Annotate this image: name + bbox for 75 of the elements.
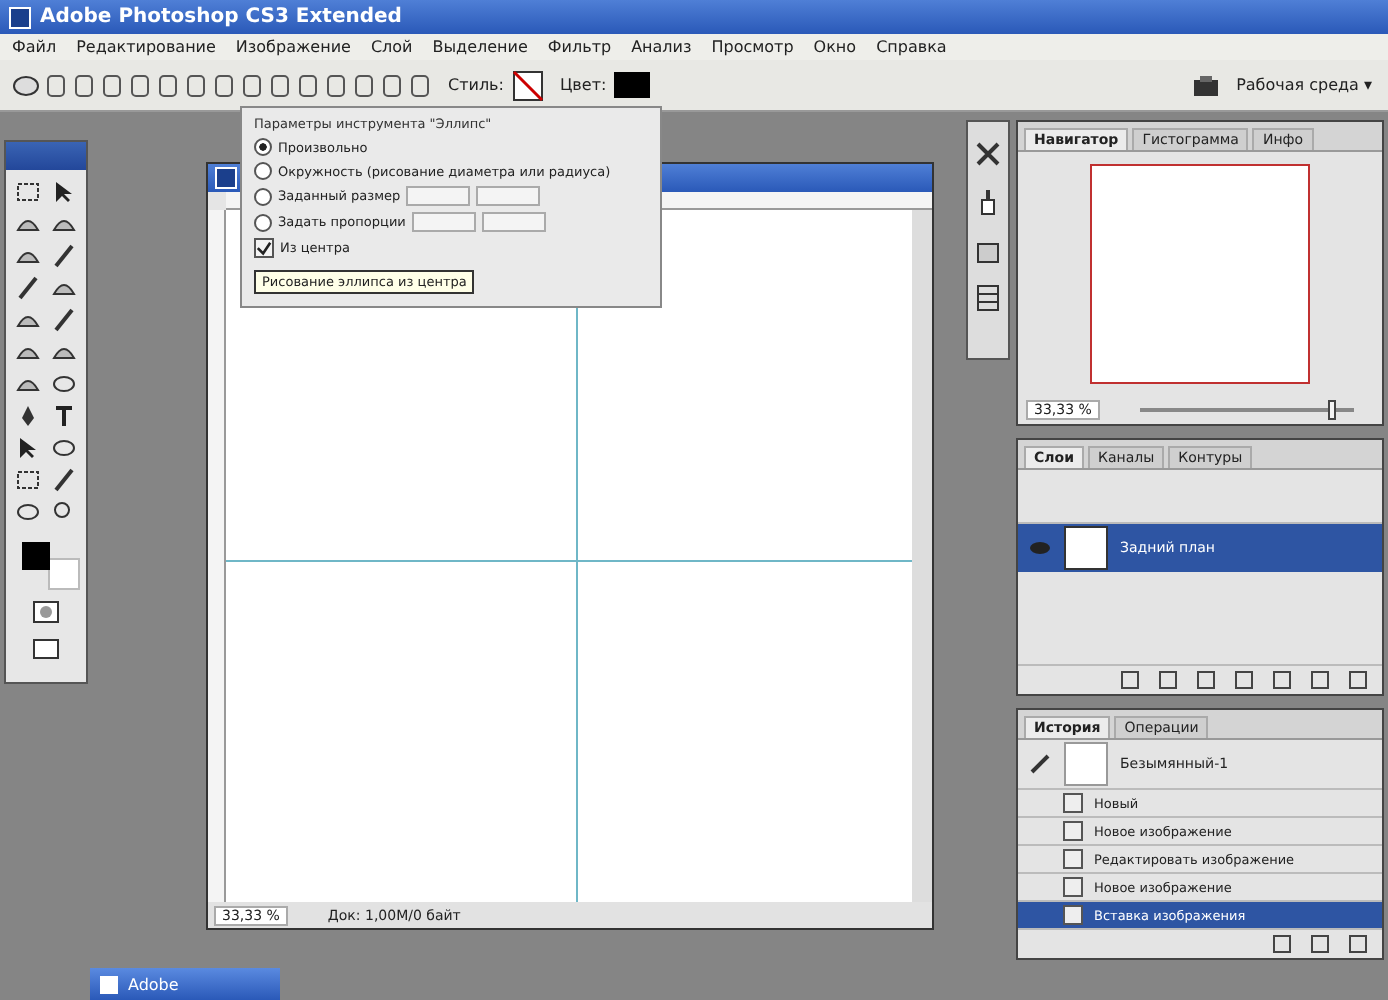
layer-action-icon[interactable] (1346, 668, 1370, 692)
menu-item[interactable]: Изображение (235, 38, 351, 56)
app-icon (98, 973, 120, 995)
shape-tool-icon[interactable] (128, 71, 152, 99)
shape-tool-icon[interactable] (212, 71, 236, 99)
document-icon (1062, 876, 1084, 898)
foreground-color[interactable] (22, 542, 50, 570)
history-action-icon[interactable] (1346, 932, 1370, 956)
quick-mask-icon[interactable] (30, 598, 62, 626)
radio-button[interactable] (254, 162, 272, 180)
rect-tool-icon[interactable] (14, 178, 42, 206)
taskbar-button[interactable]: Adobe (90, 968, 280, 1000)
screen-mode-icon[interactable] (30, 634, 62, 662)
checkbox[interactable] (254, 238, 274, 258)
shape-tool-icon[interactable] (156, 71, 180, 99)
menu-item[interactable]: Файл (12, 38, 57, 56)
layers-icon[interactable] (972, 282, 1004, 314)
shape-tool-icon[interactable] (44, 71, 68, 99)
document-icon (1062, 904, 1084, 926)
radio-button[interactable] (254, 213, 272, 231)
zoom-slider[interactable] (1328, 400, 1337, 421)
input-field[interactable] (481, 212, 546, 232)
menu-item[interactable]: Просмотр (711, 38, 794, 56)
document-icon (1062, 848, 1084, 870)
background-color[interactable] (48, 558, 80, 590)
menu-item[interactable]: Анализ (631, 38, 692, 56)
ellipse-tool-icon[interactable] (50, 434, 78, 462)
rect-tool-icon[interactable] (14, 466, 42, 494)
tools-icon[interactable] (972, 138, 1004, 170)
shape-tool-icon[interactable] (240, 71, 264, 99)
history-action-icon[interactable] (1308, 932, 1332, 956)
radio-button[interactable] (254, 187, 272, 205)
text-tool-icon[interactable] (50, 402, 78, 430)
shape-tool-icon[interactable] (296, 71, 320, 99)
shape-tool-icon[interactable] (324, 71, 348, 99)
style-label: Стиль: (448, 76, 504, 94)
input-field[interactable] (406, 186, 471, 206)
layer-action-icon[interactable] (1194, 668, 1218, 692)
ellipse-tool-icon[interactable] (14, 498, 42, 526)
color-swatch[interactable] (614, 72, 651, 98)
layer-action-icon[interactable] (1118, 668, 1142, 692)
toolbox-header (6, 142, 86, 170)
color-label: Цвет: (559, 76, 607, 94)
radio-button[interactable] (254, 138, 272, 156)
menu-item[interactable]: Окно (813, 38, 857, 56)
menu-item[interactable]: Справка (876, 38, 947, 56)
layer-action-icon[interactable] (1156, 668, 1180, 692)
shape-tool-icon[interactable] (72, 71, 96, 99)
scrollbar[interactable] (912, 210, 932, 902)
layer-action-icon[interactable] (1232, 668, 1256, 692)
input-field[interactable] (411, 212, 476, 232)
menu-item[interactable]: Выделение (432, 38, 528, 56)
document-icon (214, 166, 238, 190)
window-title: Adobe Photoshop CS3 Extended (40, 6, 402, 28)
layer-action-icon[interactable] (1270, 668, 1294, 692)
layer-thumbnail (1064, 526, 1108, 571)
layer-action-icon[interactable] (1308, 668, 1332, 692)
shape-tool-icon[interactable] (100, 71, 124, 99)
menu-item[interactable]: Редактирование (76, 38, 216, 56)
document-icon (1062, 792, 1084, 814)
shape-tool-icon[interactable] (268, 71, 292, 99)
app-icon (8, 5, 32, 29)
document-icon (1062, 820, 1084, 842)
menu-item[interactable]: Фильтр (547, 38, 612, 56)
no-style-icon[interactable] (511, 69, 544, 101)
history-action-icon[interactable] (1270, 932, 1294, 956)
input-field[interactable] (476, 186, 541, 206)
ellipse-icon[interactable] (12, 71, 40, 99)
shape-tool-icon[interactable] (184, 71, 208, 99)
menu-item[interactable]: Слой (370, 38, 413, 56)
shape-tool-icon[interactable] (352, 71, 376, 99)
workspace-menu[interactable]: Рабочая среда ▾ (1236, 76, 1372, 94)
shape-tool-icon[interactable] (380, 71, 404, 99)
ellipse-tool-icon[interactable] (50, 370, 78, 398)
shape-tool-icon[interactable] (408, 71, 432, 99)
